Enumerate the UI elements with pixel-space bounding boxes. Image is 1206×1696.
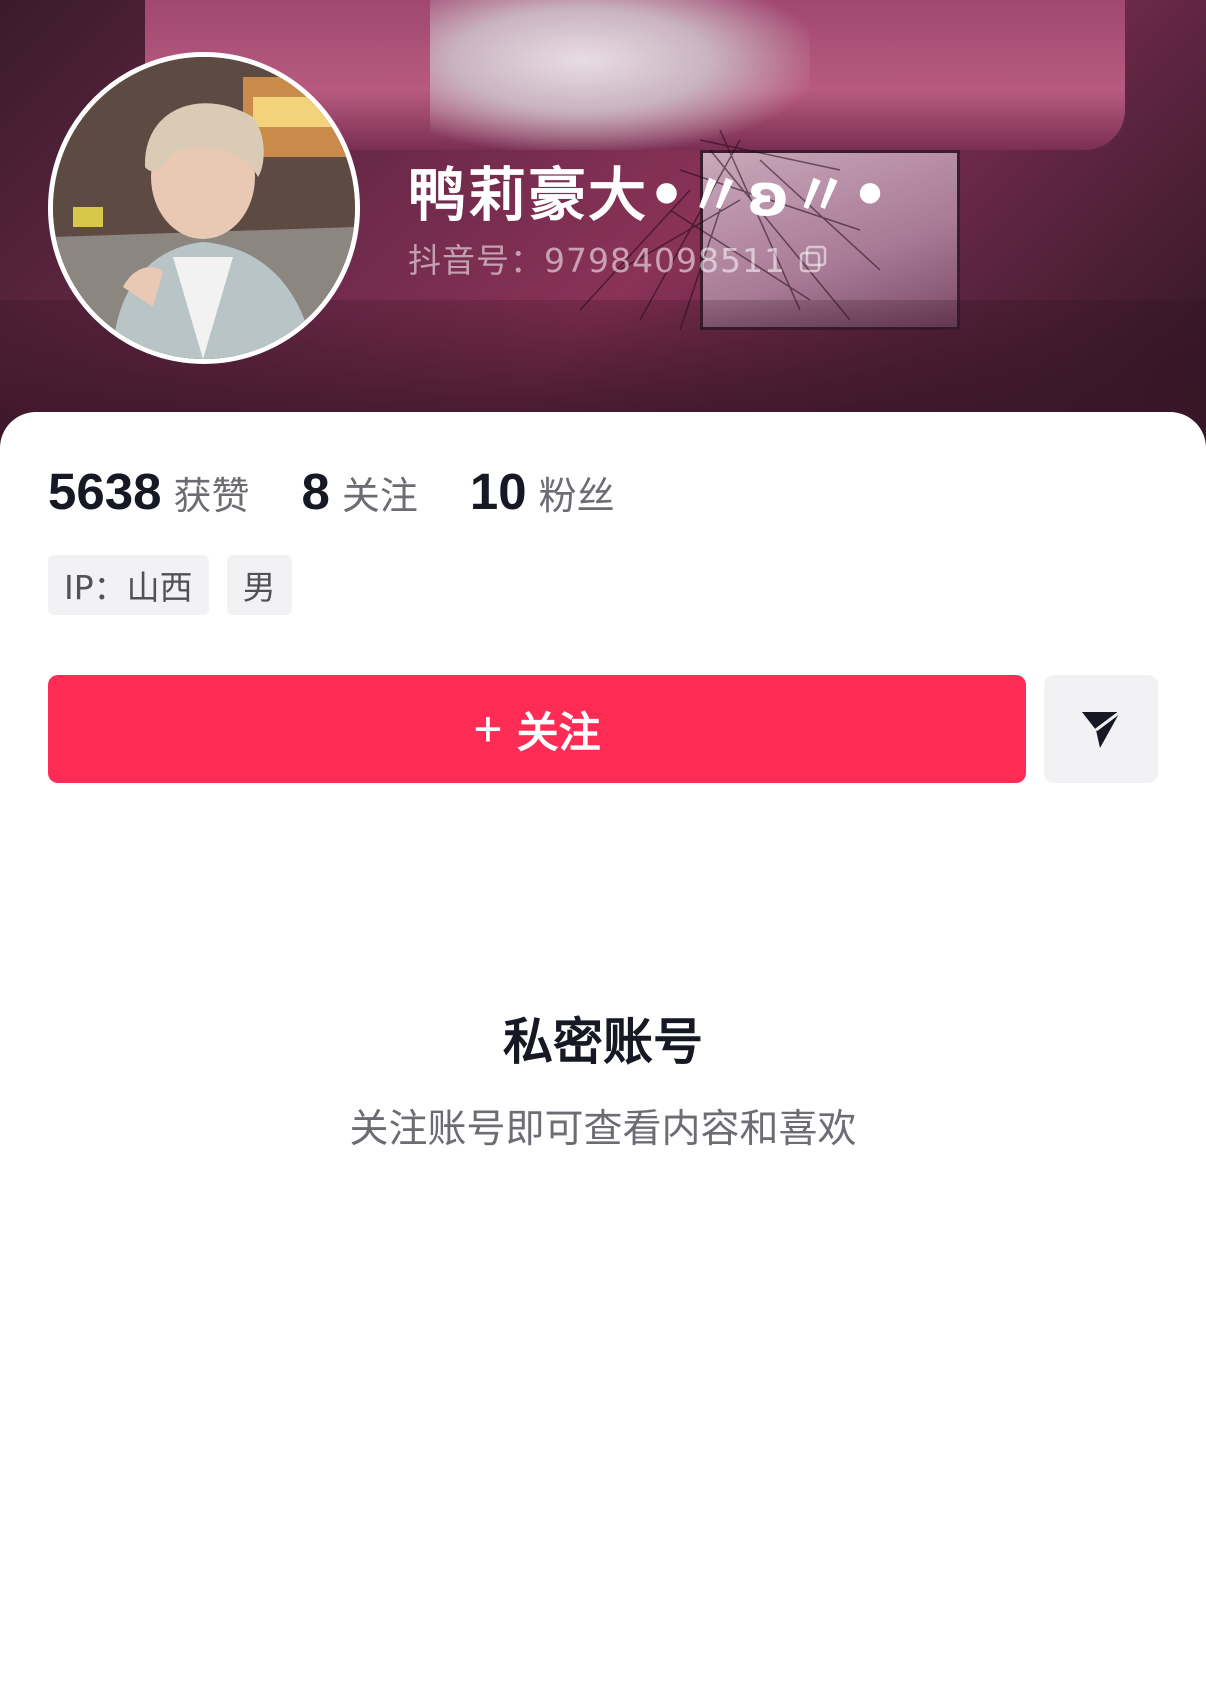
stat-followers-label: 粉丝 bbox=[538, 474, 615, 518]
stat-likes-label: 获赞 bbox=[173, 474, 250, 518]
follow-button[interactable]: + 关注 bbox=[48, 675, 1026, 783]
private-account-subtitle: 关注账号即可查看内容和喜欢 bbox=[349, 1107, 857, 1152]
stat-following-number: 8 bbox=[301, 463, 330, 520]
douyin-id-row[interactable]: 抖音号：97984098511 bbox=[408, 234, 828, 282]
profile-card: 5638 获赞 8 关注 10 粉丝 IP：山西 男 + 关注 私密账号 关注账… bbox=[0, 412, 1206, 1696]
stat-likes-number: 5638 bbox=[48, 463, 162, 520]
avatar[interactable] bbox=[48, 52, 360, 364]
send-message-icon bbox=[1082, 710, 1121, 748]
stat-following[interactable]: 8 关注 bbox=[301, 462, 417, 521]
stat-following-label: 关注 bbox=[341, 474, 418, 518]
stat-followers[interactable]: 10 粉丝 bbox=[470, 462, 615, 521]
avatar-photo bbox=[53, 57, 355, 359]
profile-tags: IP：山西 男 bbox=[48, 555, 310, 615]
copy-icon[interactable] bbox=[798, 243, 828, 273]
profile-nickname: 鸭莉豪大•〃ʚ〃• bbox=[408, 161, 891, 229]
plus-icon: + bbox=[473, 701, 503, 757]
tag-gender: 男 bbox=[226, 555, 292, 615]
tag-ip-location: IP：山西 bbox=[48, 555, 209, 615]
send-message-button[interactable] bbox=[1044, 675, 1158, 783]
stats-row: 5638 获赞 8 关注 10 粉丝 bbox=[48, 462, 667, 521]
follow-button-label: 关注 bbox=[516, 708, 601, 756]
stat-likes[interactable]: 5638 获赞 bbox=[48, 462, 249, 521]
private-account-title: 私密账号 bbox=[503, 1013, 703, 1071]
stat-followers-number: 10 bbox=[469, 463, 527, 520]
douyin-id-text: 抖音号：97984098511 bbox=[408, 241, 786, 280]
